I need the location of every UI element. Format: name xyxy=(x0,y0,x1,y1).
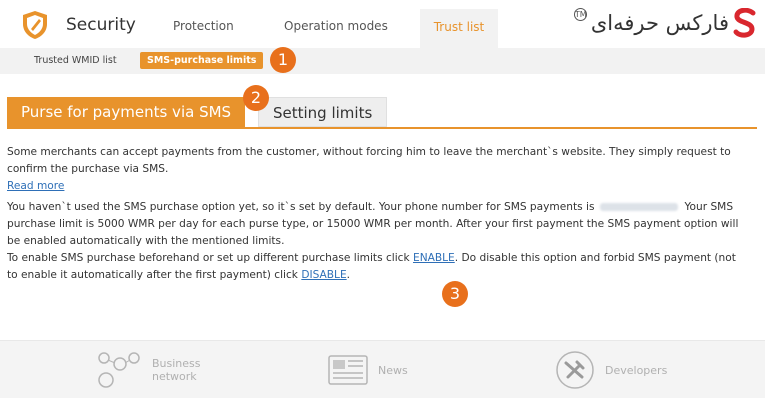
brand-logo: TM فارکس حرفه‌ای xyxy=(573,6,757,40)
brand-s-icon xyxy=(733,8,756,38)
tab-purse-sms[interactable]: Purse for payments via SMS xyxy=(7,97,246,127)
brand-text: فارکس حرفه‌ای xyxy=(590,11,729,35)
tab-trust-list[interactable]: Trust list xyxy=(420,9,498,48)
intro-text-line-2: confirm the purchase via SMS. xyxy=(7,163,169,175)
enable-text-line: To enable SMS purchase beforehand or set… xyxy=(7,252,736,264)
tab-protection[interactable]: Protection xyxy=(173,19,234,33)
subnav: Trusted WMID list SMS-purchase limits xyxy=(0,48,765,74)
newspaper-icon xyxy=(328,355,368,385)
main-content: Some merchants can accept payments from … xyxy=(7,144,765,284)
read-more-link[interactable]: Read more xyxy=(7,180,64,192)
footer-business-network[interactable]: Business network xyxy=(96,341,201,398)
trademark-badge: TM xyxy=(573,8,587,21)
footer-business-label-2: network xyxy=(152,370,197,383)
footer-business-label-1: Business xyxy=(152,357,201,370)
enable-link[interactable]: ENABLE xyxy=(413,252,455,264)
status-text-line-3: be enabled automatically with the mentio… xyxy=(7,235,285,247)
footer-news-label: News xyxy=(378,363,408,377)
step-badge-2: 2 xyxy=(243,85,269,111)
footer: Business network News Developers xyxy=(0,340,765,398)
header: Security Protection Operation modes Trus… xyxy=(0,0,765,48)
footer-developers-label: Developers xyxy=(605,363,668,377)
page-title: Security xyxy=(66,15,136,35)
intro-text-line-1: Some merchants can accept payments from … xyxy=(7,146,731,158)
step-badge-3: 3 xyxy=(442,281,468,307)
tab-setting-limits[interactable]: Setting limits xyxy=(258,97,388,127)
status-text-line-1: You haven`t used the SMS purchase option… xyxy=(7,201,734,213)
tab-operation-modes[interactable]: Operation modes xyxy=(284,19,388,33)
disable-text-line: to enable it automatically after the fir… xyxy=(7,269,351,281)
shield-icon xyxy=(23,11,47,39)
subnav-sms-purchase-limits[interactable]: SMS-purchase limits xyxy=(140,52,264,69)
tools-icon xyxy=(556,351,594,389)
subnav-trusted-wmid-list[interactable]: Trusted WMID list xyxy=(30,53,121,68)
status-text-line-2: purchase limit is 5000 WMR per day for e… xyxy=(7,218,739,230)
disable-link[interactable]: DISABLE xyxy=(301,269,346,281)
people-network-icon xyxy=(98,352,140,388)
footer-news[interactable]: News xyxy=(328,341,408,398)
tab-underline xyxy=(7,127,757,129)
step-badge-1: 1 xyxy=(270,47,296,73)
footer-developers[interactable]: Developers xyxy=(555,341,667,398)
redacted-phone-number xyxy=(600,203,679,211)
